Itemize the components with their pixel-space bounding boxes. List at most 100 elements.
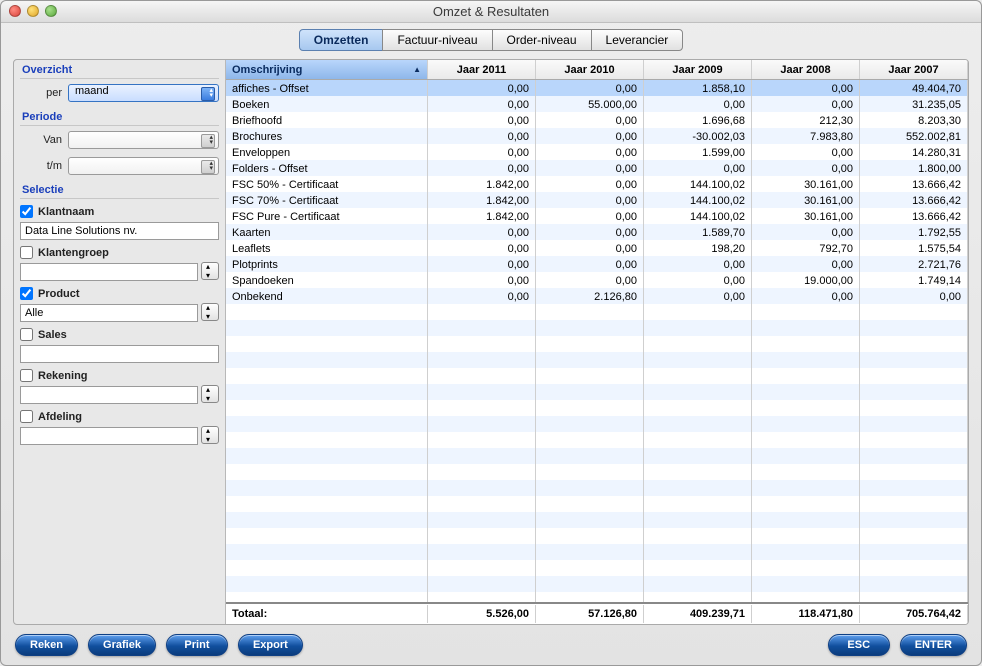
table-row[interactable]: Kaarten0,000,001.589,700,001.792,55: [226, 224, 968, 240]
print-button[interactable]: Print: [166, 634, 228, 656]
export-button[interactable]: Export: [238, 634, 303, 656]
chk-sales[interactable]: Sales: [20, 328, 219, 341]
enter-button[interactable]: ENTER: [900, 634, 967, 656]
klantengroep-stepper[interactable]: [201, 262, 219, 280]
cell-value: 1.858,10: [644, 80, 752, 96]
cell-value: 0,00: [428, 272, 536, 288]
cell-value: 0,00: [428, 288, 536, 304]
table-row[interactable]: Leaflets0,000,00198,20792,701.575,54: [226, 240, 968, 256]
cell-value: 0,00: [536, 192, 644, 208]
cell-value: 0,00: [428, 224, 536, 240]
cell-value: 0,00: [428, 160, 536, 176]
chk-product[interactable]: Product: [20, 287, 219, 300]
col-header[interactable]: Jaar 2009: [644, 60, 752, 79]
klantnaam-field[interactable]: [20, 222, 219, 240]
table-footer: Totaal:5.526,0057.126,80409.239,71118.47…: [226, 602, 968, 624]
table-row[interactable]: FSC Pure - Certificaat1.842,000,00144.10…: [226, 208, 968, 224]
cell-value: 0,00: [536, 112, 644, 128]
sales-field[interactable]: [20, 345, 219, 363]
van-input[interactable]: ▴▾: [68, 131, 219, 149]
cell-value: 31.235,05: [860, 96, 968, 112]
cell-value: 0,00: [752, 96, 860, 112]
chk-klantengroep[interactable]: Klantengroep: [20, 246, 219, 259]
tab-leverancier[interactable]: Leverancier: [591, 29, 684, 51]
col-header[interactable]: Jaar 2011: [428, 60, 536, 79]
total-value: 705.764,42: [860, 605, 968, 623]
chk-product-box[interactable]: [20, 287, 33, 300]
tab-order-niveau[interactable]: Order-niveau: [492, 29, 592, 51]
rekening-field[interactable]: [20, 386, 198, 404]
cell-value: 1.792,55: [860, 224, 968, 240]
total-value: 5.526,00: [428, 605, 536, 623]
chk-afdeling[interactable]: Afdeling: [20, 410, 219, 423]
col-header[interactable]: Jaar 2008: [752, 60, 860, 79]
tab-omzetten[interactable]: Omzetten: [299, 29, 384, 51]
cell-value: 0,00: [752, 144, 860, 160]
cell-desc: Briefhoofd: [226, 112, 428, 128]
cell-value: 1.749,14: [860, 272, 968, 288]
chk-klantnaam[interactable]: Klantnaam: [20, 205, 219, 218]
chk-klantnaam-box[interactable]: [20, 205, 33, 218]
footer: Reken Grafiek Print Export ESC ENTER: [1, 631, 981, 665]
rekening-stepper[interactable]: [201, 385, 219, 403]
group-periode: Periode: [20, 107, 219, 126]
cell-value: 8.203,30: [860, 112, 968, 128]
cell-value: 0,00: [428, 112, 536, 128]
table-row[interactable]: Onbekend0,002.126,800,000,000,00: [226, 288, 968, 304]
afdeling-stepper[interactable]: [201, 426, 219, 444]
cell-value: 0,00: [860, 288, 968, 304]
table-row-empty: [226, 480, 968, 496]
chk-sales-box[interactable]: [20, 328, 33, 341]
klantengroep-field[interactable]: [20, 263, 198, 281]
table-body[interactable]: affiches - Offset0,000,001.858,100,0049.…: [226, 80, 968, 602]
tab-factuur-niveau[interactable]: Factuur-niveau: [382, 29, 492, 51]
chk-rekening[interactable]: Rekening: [20, 369, 219, 382]
table-area: Omschrijving▲Jaar 2011Jaar 2010Jaar 2009…: [225, 60, 968, 624]
chk-afdeling-box[interactable]: [20, 410, 33, 423]
afdeling-field[interactable]: [20, 427, 198, 445]
reken-button[interactable]: Reken: [15, 634, 78, 656]
table-row[interactable]: affiches - Offset0,000,001.858,100,0049.…: [226, 80, 968, 96]
cell-value: 0,00: [428, 240, 536, 256]
table-row-empty: [226, 400, 968, 416]
table-row-empty: [226, 496, 968, 512]
table-row[interactable]: Spandoeken0,000,000,0019.000,001.749,14: [226, 272, 968, 288]
tm-label: t/m: [20, 160, 62, 172]
titlebar: Omzet & Resultaten: [1, 1, 981, 23]
zoom-icon[interactable]: [45, 5, 57, 17]
total-value: 409.239,71: [644, 605, 752, 623]
cell-value: 13.666,42: [860, 192, 968, 208]
cell-value: 144.100,02: [644, 192, 752, 208]
tabbar: OmzettenFactuur-niveauOrder-niveauLevera…: [1, 23, 981, 51]
cell-value: 14.280,31: [860, 144, 968, 160]
table-row[interactable]: FSC 50% - Certificaat1.842,000,00144.100…: [226, 176, 968, 192]
cell-value: 0,00: [536, 160, 644, 176]
table-row[interactable]: Folders - Offset0,000,000,000,001.800,00: [226, 160, 968, 176]
table-row[interactable]: Boeken0,0055.000,000,000,0031.235,05: [226, 96, 968, 112]
cell-value: 0,00: [536, 128, 644, 144]
minimize-icon[interactable]: [27, 5, 39, 17]
per-select[interactable]: maand ▴▾: [68, 84, 219, 102]
close-icon[interactable]: [9, 5, 21, 17]
cell-value: 1.800,00: [860, 160, 968, 176]
col-header[interactable]: Jaar 2010: [536, 60, 644, 79]
chk-klantengroep-box[interactable]: [20, 246, 33, 259]
col-header[interactable]: Omschrijving▲: [226, 60, 428, 79]
table-row[interactable]: Briefhoofd0,000,001.696,68212,308.203,30: [226, 112, 968, 128]
table-row[interactable]: Enveloppen0,000,001.599,000,0014.280,31: [226, 144, 968, 160]
cell-value: 0,00: [644, 96, 752, 112]
product-field[interactable]: [20, 304, 198, 322]
chk-rekening-box[interactable]: [20, 369, 33, 382]
table-row[interactable]: Brochures0,000,00-30.002,037.983,80552.0…: [226, 128, 968, 144]
col-header[interactable]: Jaar 2007: [860, 60, 968, 79]
table-row-empty: [226, 512, 968, 528]
cell-value: 0,00: [536, 272, 644, 288]
chk-sales-label: Sales: [38, 329, 67, 341]
esc-button[interactable]: ESC: [828, 634, 890, 656]
table-row[interactable]: Plotprints0,000,000,000,002.721,76: [226, 256, 968, 272]
table-row[interactable]: FSC 70% - Certificaat1.842,000,00144.100…: [226, 192, 968, 208]
product-stepper[interactable]: [201, 303, 219, 321]
grafiek-button[interactable]: Grafiek: [88, 634, 156, 656]
tm-input[interactable]: ▴▾: [68, 157, 219, 175]
cell-value: 144.100,02: [644, 208, 752, 224]
